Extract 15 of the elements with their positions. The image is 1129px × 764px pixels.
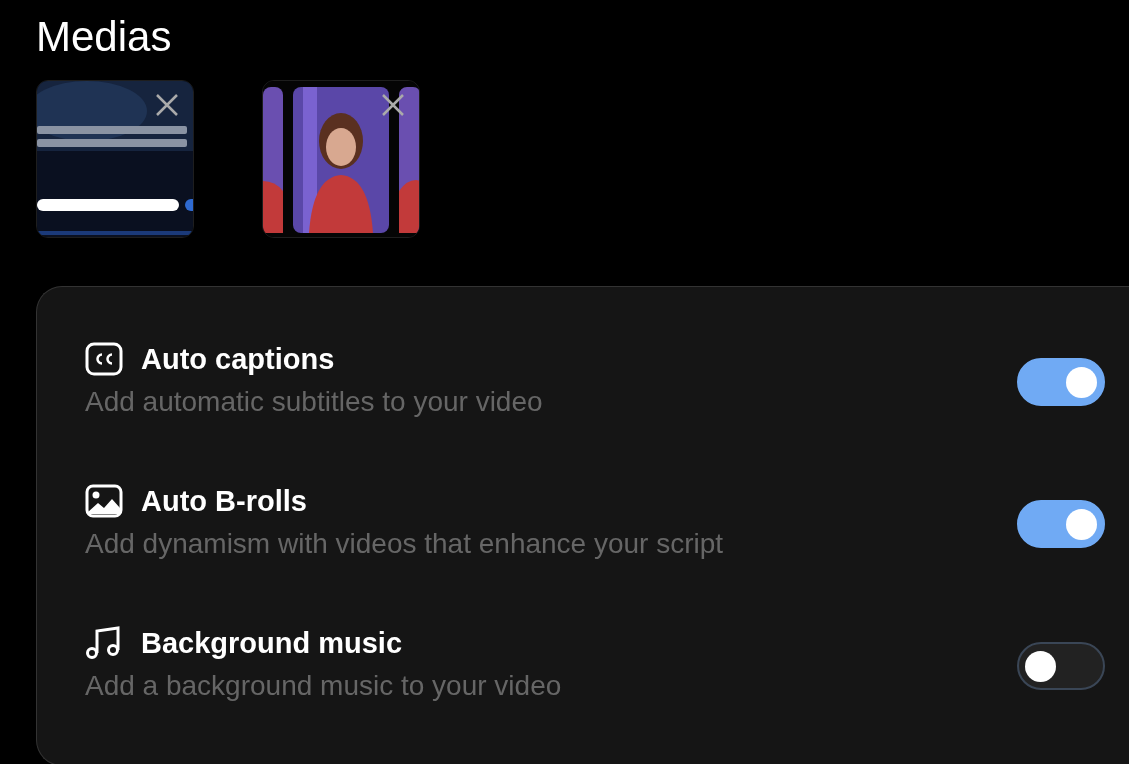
close-icon[interactable] [381, 93, 405, 118]
option-description: Add automatic subtitles to your video [85, 385, 543, 420]
option-title: Auto captions [141, 342, 335, 378]
toggle-switch[interactable] [1017, 500, 1105, 549]
option-title: Background music [141, 626, 403, 662]
toggle-switch[interactable] [1017, 642, 1105, 691]
option-description: Add dynamism with videos that enhance your script [85, 527, 724, 562]
option-description: Add a background music to your video [85, 669, 562, 704]
section-title: Medias [36, 14, 173, 61]
image-icon [85, 484, 123, 519]
option-title: Auto B-rolls [141, 484, 307, 520]
toggle-switch[interactable] [1017, 358, 1105, 407]
captions-icon [85, 342, 123, 377]
close-icon[interactable] [155, 93, 179, 118]
music-icon [85, 626, 123, 661]
